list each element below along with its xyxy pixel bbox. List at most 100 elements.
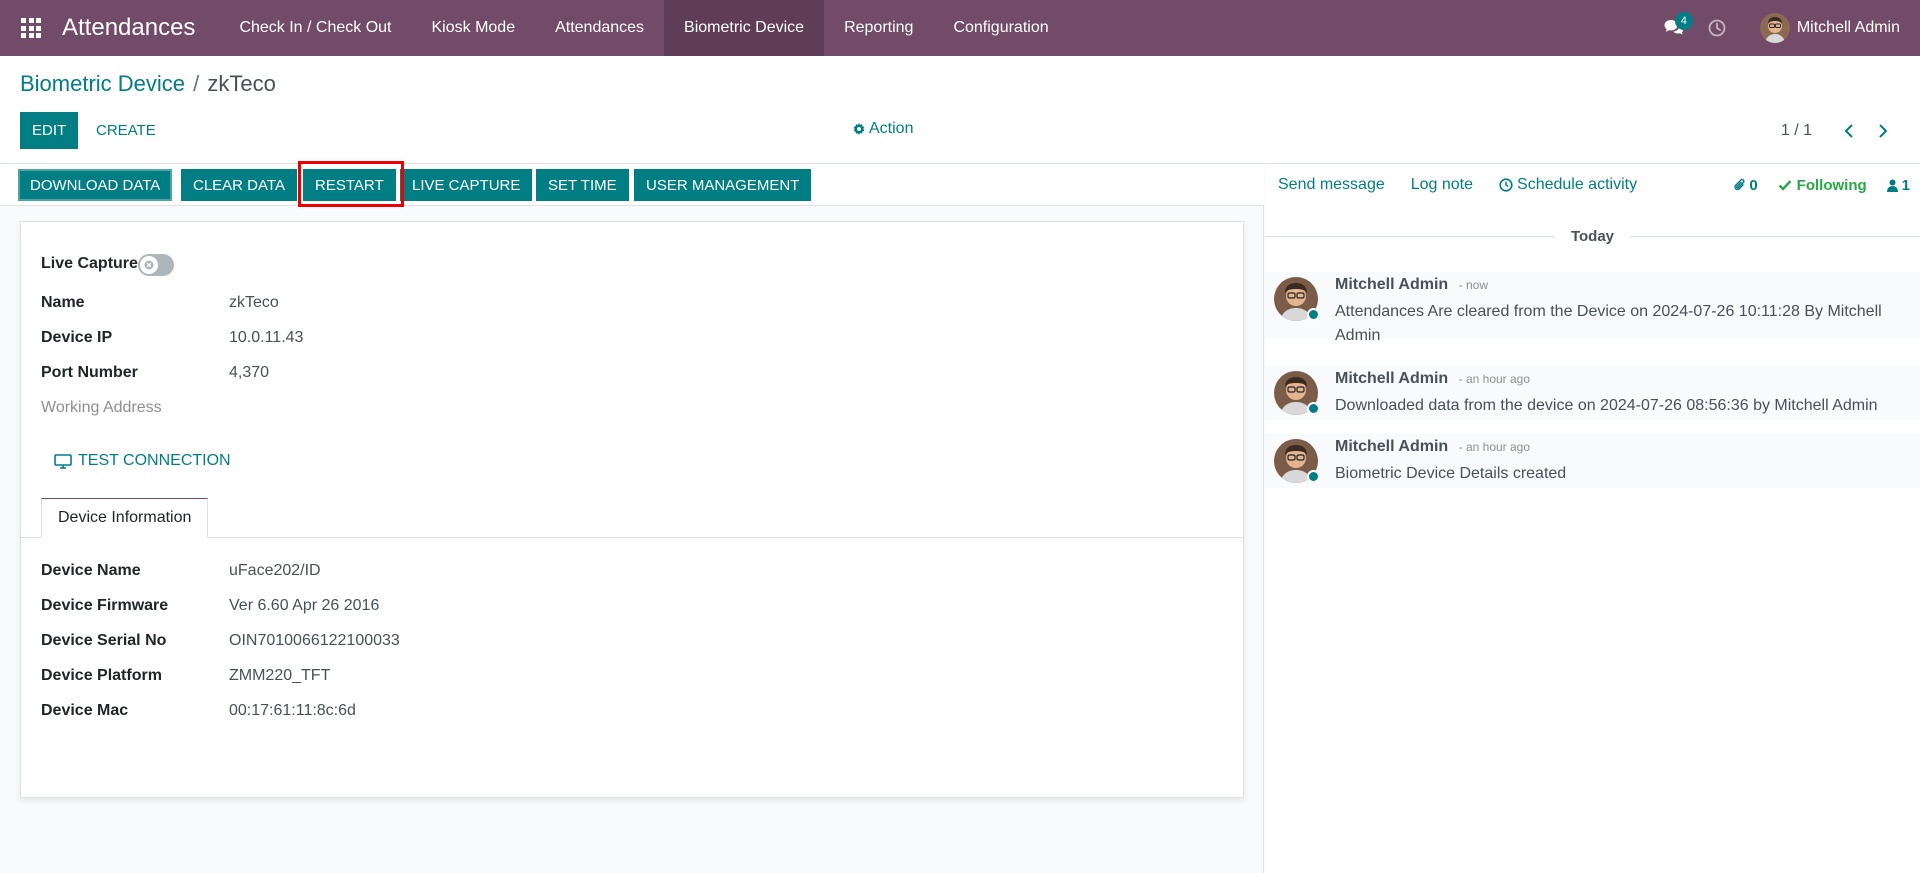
- message-body: Attendances Are cleared from the Device …: [1335, 303, 1882, 344]
- chatter-message: Mitchell Admin - an hour ago Downloaded …: [1265, 366, 1920, 420]
- tab-device-information[interactable]: Device Information: [41, 498, 209, 538]
- port-number-label: Port Number: [41, 364, 138, 381]
- form-sheet: Live Capture Name zkTeco Device IP 10.0.…: [20, 221, 1244, 798]
- author-name[interactable]: Mitchell Admin: [1335, 276, 1448, 293]
- message-date: - now: [1458, 278, 1488, 292]
- device-serial-value: OIN7010066122100033: [229, 632, 400, 649]
- field-device-firmware: Device Firmware Ver 6.60 Apr 26 2016: [41, 594, 379, 618]
- online-status-icon: [1307, 308, 1320, 321]
- breadcrumb-current: zkTeco: [207, 71, 276, 96]
- followers-button[interactable]: 1: [1877, 177, 1920, 194]
- gear-icon: [853, 123, 865, 135]
- form-header-statusbar: DOWNLOAD DATA CLEAR DATA RESTART LIVE CA…: [0, 164, 1264, 206]
- send-message-button[interactable]: Send message: [1265, 176, 1398, 194]
- device-firmware-value: Ver 6.60 Apr 26 2016: [229, 597, 380, 614]
- online-status-icon: [1307, 402, 1320, 415]
- name-value: zkTeco: [229, 294, 279, 311]
- attachments-count: 0: [1749, 176, 1758, 194]
- date-separator-label: Today: [1570, 227, 1615, 245]
- device-platform-value: ZMM220_TFT: [229, 667, 331, 684]
- separator-line: [1630, 235, 1920, 237]
- device-platform-label: Device Platform: [41, 667, 162, 684]
- following-button[interactable]: Following: [1768, 177, 1877, 194]
- menu-biometric-device[interactable]: Biometric Device: [664, 0, 825, 56]
- author-avatar[interactable]: [1274, 277, 1320, 321]
- field-device-mac: Device Mac 00:17:61:11:8c:6d: [41, 699, 356, 723]
- messaging-icon[interactable]: 4: [1654, 0, 1694, 56]
- field-device-name: Device Name uFace202/ID: [41, 559, 321, 583]
- log-note-button[interactable]: Log note: [1398, 176, 1486, 194]
- field-name: Name zkTeco: [41, 291, 279, 315]
- menu-kiosk-mode[interactable]: Kiosk Mode: [412, 0, 536, 56]
- name-label: Name: [41, 294, 85, 311]
- message-author: Mitchell Admin - an hour ago: [1335, 438, 1530, 456]
- author-avatar[interactable]: [1274, 371, 1320, 415]
- live-capture-label: Live Capture: [41, 255, 138, 272]
- toggle-off-icon: [140, 256, 158, 274]
- live-capture-toggle[interactable]: [138, 254, 174, 276]
- apps-menu-icon[interactable]: [0, 0, 62, 56]
- port-number-value: 4,370: [229, 364, 270, 381]
- edit-button[interactable]: EDIT: [20, 112, 79, 149]
- control-panel: Biometric Device / zkTeco EDIT CREATE Ac…: [0, 56, 1920, 164]
- breadcrumb: Biometric Device / zkTeco: [20, 71, 276, 97]
- test-connection-label: TEST CONNECTION: [78, 452, 231, 469]
- device-name-label: Device Name: [41, 562, 141, 579]
- user-icon: [1886, 179, 1898, 192]
- separator-line: [1265, 235, 1555, 237]
- online-status-icon: [1307, 470, 1320, 483]
- user-avatar: [1759, 13, 1790, 43]
- live-capture-button[interactable]: LIVE CAPTURE: [400, 169, 533, 201]
- device-firmware-label: Device Firmware: [41, 597, 169, 614]
- chatter-panel: Send message Log note Schedule activity …: [1265, 164, 1920, 873]
- author-avatar[interactable]: [1274, 439, 1320, 483]
- message-date: - an hour ago: [1458, 440, 1531, 454]
- attachments-button[interactable]: 0: [1724, 177, 1767, 194]
- paperclip-icon: [1734, 178, 1745, 191]
- device-ip-value: 10.0.11.43: [229, 329, 304, 346]
- clock-icon: [1499, 178, 1513, 192]
- activity-clock-icon[interactable]: [1694, 0, 1740, 56]
- field-device-platform: Device Platform ZMM220_TFT: [41, 664, 330, 688]
- field-working-address: Working Address: [41, 396, 229, 420]
- test-connection-button[interactable]: TEST CONNECTION: [54, 452, 231, 470]
- user-menu[interactable]: Mitchell Admin: [1759, 13, 1920, 43]
- device-ip-label: Device IP: [41, 329, 113, 346]
- pager-next-icon[interactable]: [1866, 116, 1900, 146]
- pager-previous-icon[interactable]: [1832, 116, 1866, 146]
- app-brand[interactable]: Attendances: [62, 14, 219, 42]
- followers-count: 1: [1901, 176, 1910, 194]
- pager-value[interactable]: 1 / 1: [1781, 122, 1812, 140]
- action-label: Action: [869, 120, 914, 137]
- clear-data-button[interactable]: CLEAR DATA: [181, 169, 297, 201]
- set-time-button[interactable]: SET TIME: [536, 169, 629, 201]
- breadcrumb-separator: /: [193, 71, 200, 96]
- create-button[interactable]: CREATE: [84, 112, 168, 149]
- restart-button[interactable]: RESTART: [303, 169, 396, 201]
- chatter-message: Mitchell Admin - now Attendances Are cle…: [1265, 272, 1920, 344]
- working-address-label: Working Address: [41, 399, 162, 416]
- menu-attendances[interactable]: Attendances: [535, 0, 664, 56]
- schedule-activity-button[interactable]: Schedule activity: [1486, 176, 1650, 194]
- device-name-value: uFace202/ID: [229, 562, 321, 579]
- breadcrumb-parent-link[interactable]: Biometric Device: [20, 71, 185, 96]
- user-management-button[interactable]: USER MANAGEMENT: [634, 169, 812, 201]
- following-label: Following: [1796, 176, 1867, 194]
- message-body: Downloaded data from the device on 2024-…: [1335, 397, 1878, 414]
- menu-reporting[interactable]: Reporting: [824, 0, 933, 56]
- device-mac-value: 00:17:61:11:8c:6d: [229, 702, 356, 719]
- pager: 1 / 1: [1781, 116, 1900, 146]
- chatter-message: Mitchell Admin - an hour ago Biometric D…: [1265, 434, 1920, 488]
- author-name[interactable]: Mitchell Admin: [1335, 438, 1448, 455]
- user-name: Mitchell Admin: [1796, 19, 1900, 36]
- message-date: - an hour ago: [1458, 372, 1531, 386]
- menu-configuration[interactable]: Configuration: [933, 0, 1068, 56]
- field-port-number: Port Number 4,370: [41, 361, 269, 385]
- author-name[interactable]: Mitchell Admin: [1335, 370, 1448, 387]
- device-mac-label: Device Mac: [41, 702, 129, 719]
- menu-check-in-out[interactable]: Check In / Check Out: [219, 0, 411, 56]
- top-navbar: Attendances Check In / Check Out Kiosk M…: [0, 0, 1920, 56]
- chatter-topbar: Send message Log note Schedule activity …: [1265, 164, 1920, 206]
- action-dropdown[interactable]: Action: [853, 120, 913, 138]
- download-data-button[interactable]: DOWNLOAD DATA: [18, 169, 173, 201]
